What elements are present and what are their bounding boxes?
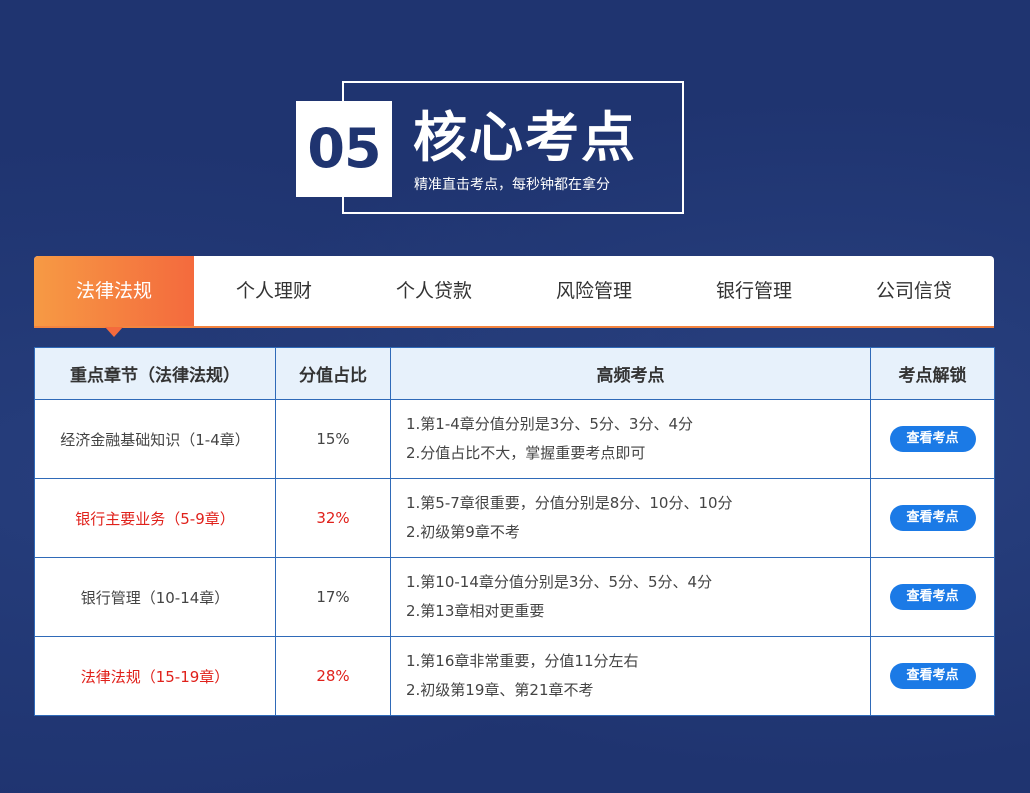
point-line: 1.第1-4章分值分别是3分、5分、3分、4分 [406,415,693,433]
section-number: 05 [296,101,392,197]
unlock-cell: 查看考点 [870,557,995,637]
unlock-cell: 查看考点 [870,399,995,479]
percent-cell: 15% [275,399,391,479]
header-percent: 分值占比 [275,347,391,400]
view-points-button[interactable]: 查看考点 [889,663,976,689]
chapter-cell: 银行主要业务（5-9章） [34,478,276,558]
percent-cell: 28% [275,636,391,716]
points-cell: 1.第10-14章分值分别是3分、5分、5分、4分 2.第13章相对更重要 [390,557,871,637]
point-line: 2.初级第19章、第21章不考 [406,681,594,699]
subject-tabs: 法律法规 个人理财 个人贷款 风险管理 银行管理 公司信贷 [34,256,994,337]
point-line: 1.第10-14章分值分别是3分、5分、5分、4分 [406,573,713,591]
table-row: 银行主要业务（5-9章） 32% 1.第5-7章很重要，分值分别是8分、10分、… [34,478,995,558]
section-subtitle: 精准直击考点，每秒钟都在拿分 [414,177,610,193]
view-points-button[interactable]: 查看考点 [889,426,976,452]
view-points-button[interactable]: 查看考点 [889,584,976,610]
chapter-cell: 法律法规（15-19章） [34,636,276,716]
unlock-cell: 查看考点 [870,636,995,716]
points-cell: 1.第1-4章分值分别是3分、5分、3分、4分 2.分值占比不大，掌握重要考点即… [390,399,871,479]
header-chapter: 重点章节（法律法规） [34,347,276,400]
points-cell: 1.第5-7章很重要，分值分别是8分、10分、10分 2.初级第9章不考 [390,478,871,558]
tab-personal-finance[interactable]: 个人理财 [194,256,354,326]
tab-bank-management[interactable]: 银行管理 [674,256,834,326]
view-points-button[interactable]: 查看考点 [889,505,976,531]
point-line: 2.分值占比不大，掌握重要考点即可 [406,444,646,462]
tab-corporate-credit[interactable]: 公司信贷 [834,256,994,326]
percent-cell: 32% [275,478,391,558]
table-header-row: 重点章节（法律法规） 分值占比 高频考点 考点解锁 [34,347,995,400]
percent-cell: 17% [275,557,391,637]
section-title: 核心考点 [413,106,637,169]
tab-risk-management[interactable]: 风险管理 [514,256,674,326]
header-points: 高频考点 [390,347,871,400]
points-cell: 1.第16章非常重要，分值11分左右 2.初级第19章、第21章不考 [390,636,871,716]
table-row: 法律法规（15-19章） 28% 1.第16章非常重要，分值11分左右 2.初级… [34,636,995,716]
point-line: 1.第16章非常重要，分值11分左右 [406,652,639,670]
unlock-cell: 查看考点 [870,478,995,558]
tab-law[interactable]: 法律法规 [34,256,194,337]
chapter-cell: 经济金融基础知识（1-4章） [34,399,276,479]
point-line: 2.第13章相对更重要 [406,602,545,620]
tab-personal-loan[interactable]: 个人贷款 [354,256,514,326]
header-unlock: 考点解锁 [870,347,995,400]
table-row: 银行管理（10-14章） 17% 1.第10-14章分值分别是3分、5分、5分、… [34,557,995,637]
table-row: 经济金融基础知识（1-4章） 15% 1.第1-4章分值分别是3分、5分、3分、… [34,399,995,479]
point-line: 2.初级第9章不考 [406,523,520,541]
chapter-cell: 银行管理（10-14章） [34,557,276,637]
point-line: 1.第5-7章很重要，分值分别是8分、10分、10分 [406,494,733,512]
key-points-table: 重点章节（法律法规） 分值占比 高频考点 考点解锁 经济金融基础知识（1-4章）… [34,347,995,716]
